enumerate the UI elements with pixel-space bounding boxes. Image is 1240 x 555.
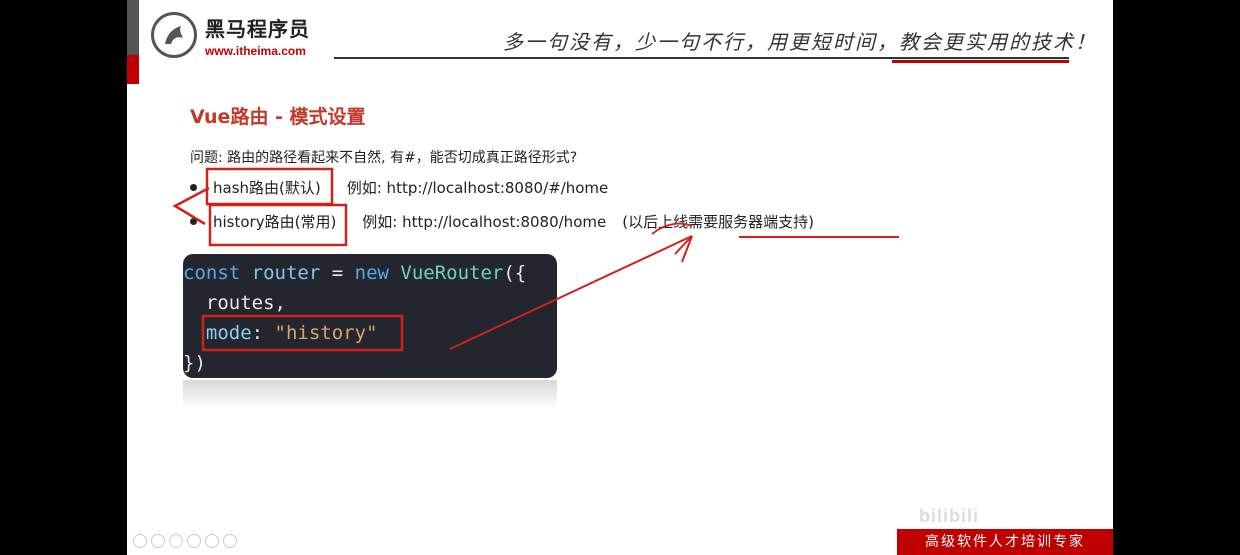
zoom-icon[interactable] [205, 534, 219, 548]
bullet-hash: hash路由(默认) 例如: http://localhost:8080/#/h… [190, 177, 608, 198]
slide: 黑马程序员 www.itheima.com 多一句没有，少一句不行，用更短时间，… [127, 0, 1113, 555]
code-token: : [251, 322, 275, 344]
code-token: new [354, 262, 389, 284]
bullet-dot-icon [190, 218, 197, 225]
bullet-dot-icon [190, 184, 197, 191]
prev-slide-icon[interactable] [133, 534, 147, 548]
code-token: router [251, 262, 321, 284]
code-line-1: const router = new VueRouter({ [183, 258, 557, 288]
code-token: = [320, 262, 355, 284]
code-token: mode [205, 322, 252, 344]
left-accent-bar-gray [127, 0, 139, 55]
header-divider [334, 57, 1069, 59]
bullet-example: 例如: http://localhost:8080/#/home [346, 179, 609, 197]
code-token: "history" [274, 322, 378, 344]
code-line-2: routes, [183, 292, 286, 314]
code-token: VueRouter [400, 262, 504, 284]
watermark: bilibili [919, 506, 979, 526]
question-text: 问题: 路由的路径看起来不自然, 有#，能否切成真正路径形式? [190, 150, 578, 166]
player-controls [133, 534, 237, 548]
annotation-arrowhead [674, 235, 693, 263]
code-token: ({ [503, 262, 527, 284]
horse-logo-icon [151, 12, 197, 58]
code-line-3: mode: "history" [183, 318, 557, 348]
menu-icon[interactable] [223, 534, 237, 548]
header-divider-accent [892, 60, 1069, 63]
bullet-history: history路由(常用) 例如: http://localhost:8080/… [190, 211, 814, 232]
slides-icon[interactable] [187, 534, 201, 548]
next-slide-icon[interactable] [151, 534, 165, 548]
code-block: const router = new VueRouter({ routes, m… [183, 254, 557, 378]
bullet-example: 例如: http://localhost:8080/home [362, 213, 607, 231]
logo-url: www.itheima.com [205, 43, 306, 58]
logo: 黑马程序员 www.itheima.com [151, 12, 310, 58]
slogan: 多一句没有，少一句不行，用更短时间，教会更实用的技术！ [503, 30, 1097, 54]
code-line-4: }) [183, 352, 206, 374]
footer-tagline: 高级软件人才培训专家 [897, 529, 1113, 555]
logo-text: 黑马程序员 [205, 16, 310, 41]
code-token: const [183, 262, 241, 284]
bullet-term: history路由(常用) [213, 213, 337, 231]
bullet-term: hash路由(默认) [213, 179, 321, 197]
pen-icon[interactable] [169, 534, 183, 548]
code-reflection [183, 380, 557, 410]
page-title: Vue路由 - 模式设置 [190, 106, 366, 128]
bullet-note: (以后上线需要服务器端支持) [622, 213, 814, 231]
